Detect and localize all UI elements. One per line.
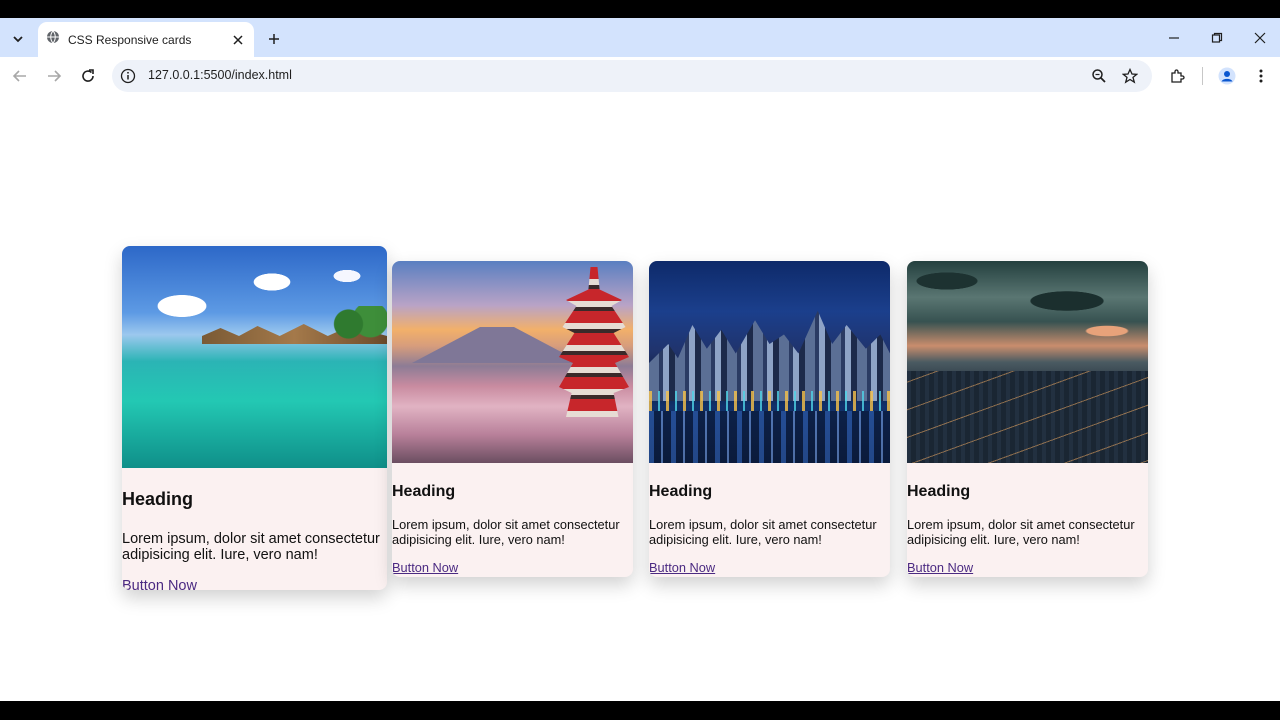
extensions-puzzle-icon[interactable]: [1167, 66, 1187, 86]
card-1: Heading Lorem ipsum, dolor sit amet cons…: [122, 246, 387, 590]
reload-icon[interactable]: [76, 64, 100, 88]
tab-strip: CSS Responsive cards: [0, 18, 1280, 57]
card-image: [649, 261, 890, 463]
card-image: [907, 261, 1148, 463]
card-text: Lorem ipsum, dolor sit amet consectetur …: [907, 517, 1135, 547]
browser-toolbar: 127.0.0.1:5500/index.html: [0, 57, 1280, 95]
close-tab-icon[interactable]: [230, 32, 246, 48]
card-3: Heading Lorem ipsum, dolor sit amet cons…: [649, 261, 890, 577]
new-tab-plus-icon[interactable]: [262, 27, 286, 51]
browser-window: CSS Responsive cards 127.0.0.1:5500/inde…: [0, 18, 1280, 701]
card-heading: Heading: [122, 489, 194, 509]
close-window-icon[interactable]: [1247, 26, 1273, 50]
card-4: Heading Lorem ipsum, dolor sit amet cons…: [907, 261, 1148, 577]
card-heading: Heading: [907, 483, 971, 500]
more-menu-icon[interactable]: [1251, 66, 1271, 86]
tab-search-chevron-icon[interactable]: [6, 27, 30, 51]
back-arrow-icon[interactable]: [8, 64, 32, 88]
tab-active[interactable]: CSS Responsive cards: [38, 22, 254, 57]
card-text: Lorem ipsum, dolor sit amet consectetur …: [392, 517, 620, 547]
globe-icon: [46, 30, 60, 49]
profile-avatar-icon[interactable]: [1217, 66, 1237, 86]
card-text: Lorem ipsum, dolor sit amet consectetur …: [649, 517, 877, 547]
toolbar-separator: [1202, 67, 1203, 85]
bookmark-star-icon[interactable]: [1121, 67, 1139, 85]
card-image: [122, 246, 387, 468]
address-bar[interactable]: 127.0.0.1:5500/index.html: [112, 60, 1152, 92]
card-heading: Heading: [392, 483, 456, 500]
minimize-icon[interactable]: [1161, 26, 1187, 50]
card-button-link[interactable]: Button Now: [907, 560, 973, 575]
card-text: Lorem ipsum, dolor sit amet consectetur …: [122, 531, 380, 563]
tab-title: CSS Responsive cards: [68, 32, 192, 47]
site-info-icon[interactable]: [120, 68, 136, 84]
url-text: 127.0.0.1:5500/index.html: [148, 68, 292, 82]
card-image: [392, 261, 633, 463]
card-button-link[interactable]: Button Now: [122, 578, 197, 590]
page-viewport: Heading Lorem ipsum, dolor sit amet cons…: [0, 95, 1280, 701]
forward-arrow-icon[interactable]: [42, 64, 66, 88]
card-button-link[interactable]: Button Now: [392, 560, 458, 575]
zoom-icon[interactable]: [1090, 67, 1108, 85]
card-button-link[interactable]: Button Now: [649, 560, 715, 575]
card-2: Heading Lorem ipsum, dolor sit amet cons…: [392, 261, 633, 577]
card-heading: Heading: [649, 483, 713, 500]
restore-icon[interactable]: [1204, 26, 1230, 50]
